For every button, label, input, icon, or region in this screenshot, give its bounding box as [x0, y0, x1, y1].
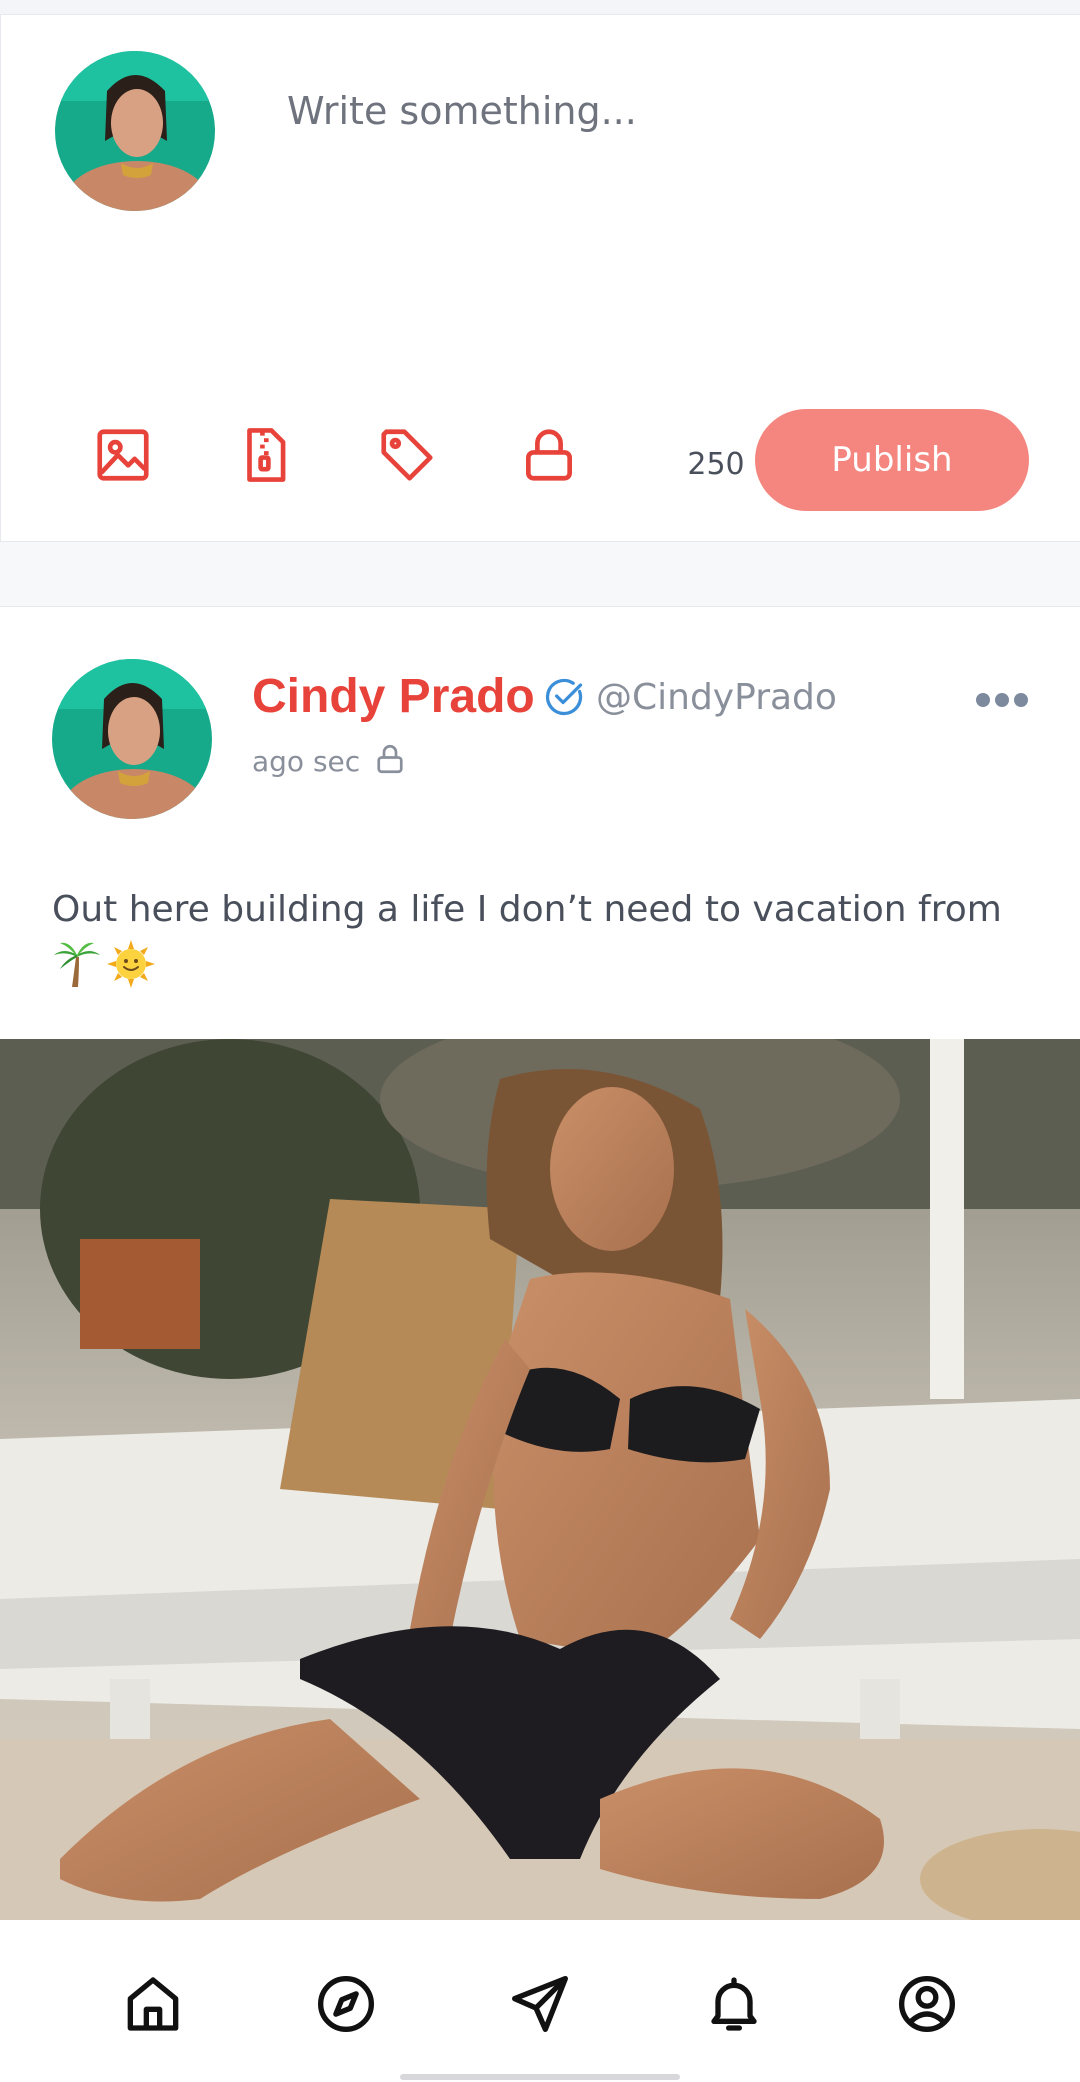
post-timestamp: ago sec — [252, 745, 361, 778]
zip-file-icon — [247, 428, 286, 482]
add-file-button[interactable] — [229, 419, 301, 491]
publish-button[interactable]: Publish — [755, 409, 1029, 511]
post-input[interactable] — [287, 81, 1007, 141]
image-icon — [97, 429, 149, 481]
compass-icon — [318, 1976, 375, 2032]
palm-tree-icon — [54, 942, 100, 987]
nav-messages[interactable] — [504, 1968, 576, 2040]
post-emojis — [52, 939, 156, 995]
author-name[interactable]: Cindy Prado — [252, 669, 535, 724]
sun-face-icon — [107, 940, 155, 988]
post-photo[interactable] — [0, 1039, 1080, 1921]
nav-explore[interactable] — [310, 1968, 382, 2040]
lock-icon — [526, 429, 572, 481]
home-icon — [127, 1977, 179, 2031]
more-options-icon[interactable] — [974, 689, 1030, 711]
avatar-image — [55, 51, 215, 211]
nav-home[interactable] — [117, 1968, 189, 2040]
bell-icon — [710, 1977, 757, 2031]
post-card: Cindy Prado @CindyPrado ago sec Out here… — [0, 606, 1080, 2082]
tag-icon — [381, 429, 433, 481]
post-image — [0, 1039, 1080, 1921]
avatar[interactable] — [55, 51, 215, 211]
nav-notifications[interactable] — [698, 1968, 770, 2040]
post-composer: 250 Publish — [0, 14, 1080, 542]
home-indicator[interactable] — [400, 2074, 680, 2080]
lock-post-button[interactable] — [513, 419, 585, 491]
nav-profile[interactable] — [891, 1968, 963, 2040]
post-text: Out here building a life I don’t need to… — [52, 889, 1002, 930]
character-count: 250 — [687, 447, 745, 482]
add-image-button[interactable] — [87, 419, 159, 491]
send-icon — [511, 1976, 568, 2032]
lock-icon — [377, 744, 403, 774]
avatar-image — [52, 659, 212, 819]
author-handle[interactable]: @CindyPrado — [596, 677, 837, 718]
verified-icon — [545, 678, 583, 716]
profile-icon — [899, 1976, 956, 2032]
avatar[interactable] — [52, 659, 212, 819]
bottom-navigation — [0, 1920, 1080, 2082]
add-tag-button[interactable] — [371, 419, 443, 491]
